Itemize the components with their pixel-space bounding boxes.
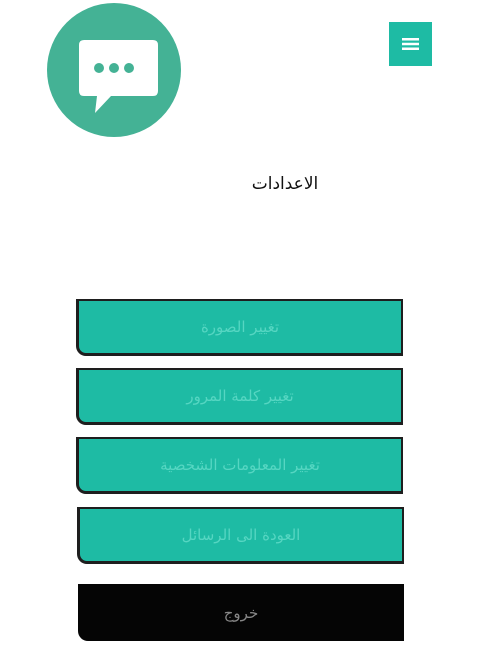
change-password-button[interactable]: تغيير كلمة المرور	[76, 368, 403, 425]
hamburger-menu-icon	[402, 38, 419, 50]
change-personal-info-button[interactable]: تغيير المعلومات الشخصية	[76, 437, 403, 494]
change-photo-button[interactable]: تغيير الصورة	[76, 299, 403, 356]
app-logo	[47, 3, 181, 137]
page-title: الاعدادات	[251, 174, 319, 194]
logout-button[interactable]: خروج	[78, 584, 404, 641]
chat-bubble-dots-icon	[79, 40, 158, 113]
menu-button[interactable]	[389, 22, 432, 66]
back-to-messages-button[interactable]: العودة الى الرسائل	[77, 507, 404, 564]
